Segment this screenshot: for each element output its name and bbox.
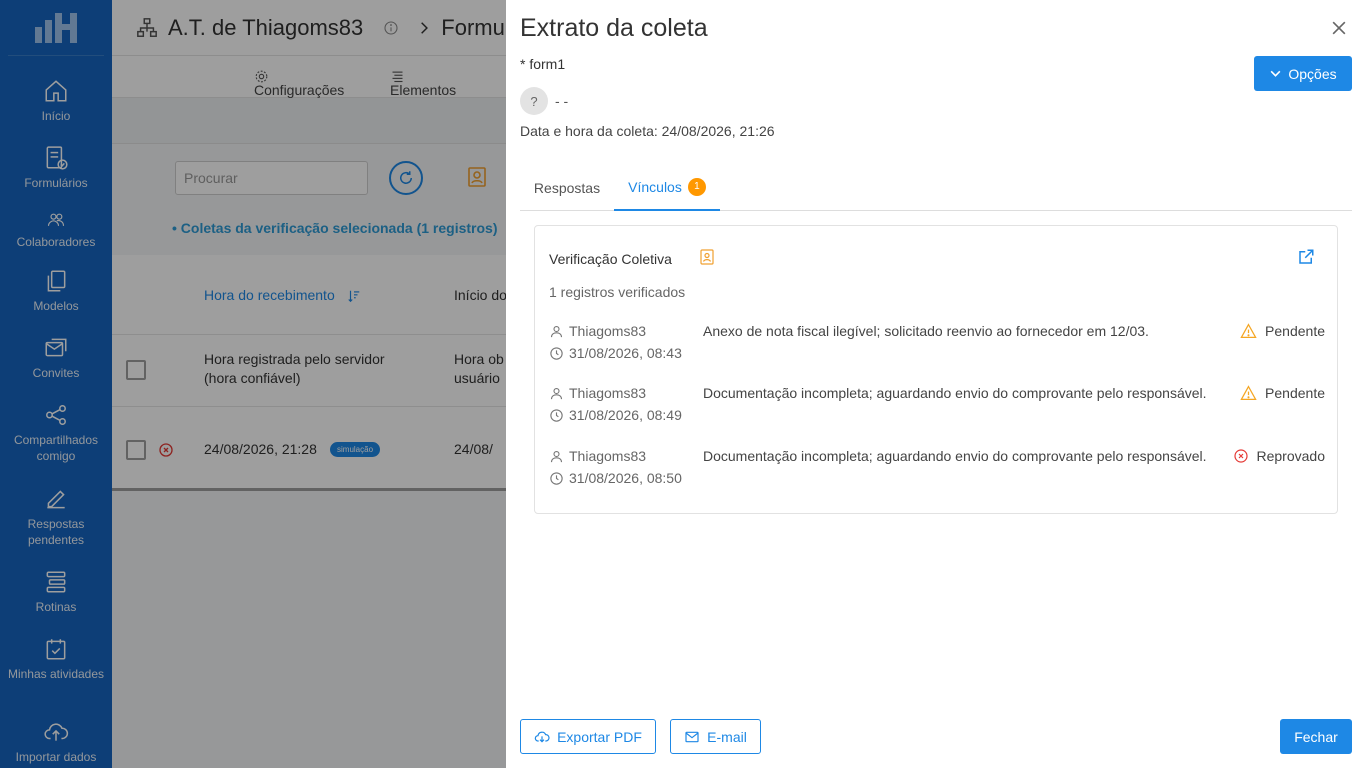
close-button[interactable]: Fechar: [1280, 719, 1352, 754]
drawer-tabs: Respostas Vínculos 1: [520, 164, 1352, 211]
verified-count: 1 registros verificados: [549, 284, 686, 300]
record-user-name: Thiagoms83: [569, 323, 647, 339]
status-badge: Pendente: [1240, 323, 1325, 339]
status-label: Pendente: [1265, 323, 1325, 339]
collection-extract-drawer: Extrato da coleta * form1 ? - - Data e h…: [506, 0, 1367, 768]
status-label: Pendente: [1265, 385, 1325, 401]
record-time: 31/08/2026, 08:49: [549, 407, 682, 423]
options-button[interactable]: Opções: [1254, 56, 1352, 91]
warning-icon: [1240, 323, 1257, 339]
record-time-value: 31/08/2026, 08:49: [569, 407, 682, 423]
count-badge: 1: [687, 177, 706, 196]
tab-vinculos[interactable]: Vínculos 1: [614, 164, 720, 211]
status-label: Reprovado: [1256, 448, 1326, 464]
record-description: Documentação incompleta; aguardando envi…: [703, 385, 1207, 401]
modal-overlay[interactable]: [0, 0, 506, 768]
user-icon: [550, 450, 563, 462]
external-link-icon[interactable]: [1297, 248, 1315, 266]
tab-label: Respostas: [533, 179, 601, 196]
mail-icon: [685, 731, 699, 742]
form-name: * form1: [520, 56, 566, 72]
clock-icon: [550, 408, 563, 422]
verification-card: Verificação Coletiva 1 registros verific…: [534, 225, 1338, 514]
user-icon: [550, 387, 563, 399]
record-user: Thiagoms83: [549, 385, 646, 401]
record-time-value: 31/08/2026, 08:50: [569, 470, 682, 486]
export-pdf-label: Exportar PDF: [557, 728, 642, 745]
clock-icon: [550, 471, 563, 485]
export-pdf-button[interactable]: Exportar PDF: [520, 719, 656, 754]
record-time-value: 31/08/2026, 08:43: [569, 345, 682, 361]
record-time: 31/08/2026, 08:43: [549, 345, 682, 361]
respondent-name: - -: [555, 93, 569, 109]
x-circle-icon: [1233, 449, 1248, 463]
drawer-title: Extrato da coleta: [520, 14, 708, 42]
user-icon: [550, 325, 563, 337]
list-item: Thiagoms83 31/08/2026, 08:50 Documentaçã…: [549, 448, 1325, 496]
email-label: E-mail: [707, 728, 747, 745]
clock-icon: [550, 346, 563, 360]
cloud-download-icon: [534, 731, 550, 743]
status-badge: Pendente: [1240, 385, 1325, 401]
record-description: Documentação incompleta; aguardando envi…: [703, 448, 1207, 464]
chevron-down-icon: [1270, 70, 1281, 77]
tab-label: Vínculos: [628, 178, 682, 195]
contact-card-icon: [700, 249, 714, 265]
collection-date: Data e hora da coleta: 24/08/2026, 21:26: [520, 123, 775, 139]
tab-respostas[interactable]: Respostas: [520, 164, 614, 211]
status-badge: Reprovado: [1233, 448, 1326, 464]
record-user: Thiagoms83: [549, 448, 646, 464]
record-time: 31/08/2026, 08:50: [549, 470, 682, 486]
list-item: Thiagoms83 31/08/2026, 08:49 Documentaçã…: [549, 385, 1325, 433]
record-user-name: Thiagoms83: [569, 448, 647, 464]
warning-icon: [1240, 385, 1257, 401]
avatar: ?: [520, 87, 548, 115]
record-description: Anexo de nota fiscal ilegível; solicitad…: [703, 323, 1149, 339]
record-user-name: Thiagoms83: [569, 385, 647, 401]
email-button[interactable]: E-mail: [670, 719, 761, 754]
record-user: Thiagoms83: [549, 323, 646, 339]
list-item: Thiagoms83 31/08/2026, 08:43 Anexo de no…: [549, 323, 1325, 371]
card-title: Verificação Coletiva: [549, 251, 672, 267]
options-label: Opções: [1288, 65, 1337, 82]
close-icon[interactable]: [1329, 18, 1349, 38]
